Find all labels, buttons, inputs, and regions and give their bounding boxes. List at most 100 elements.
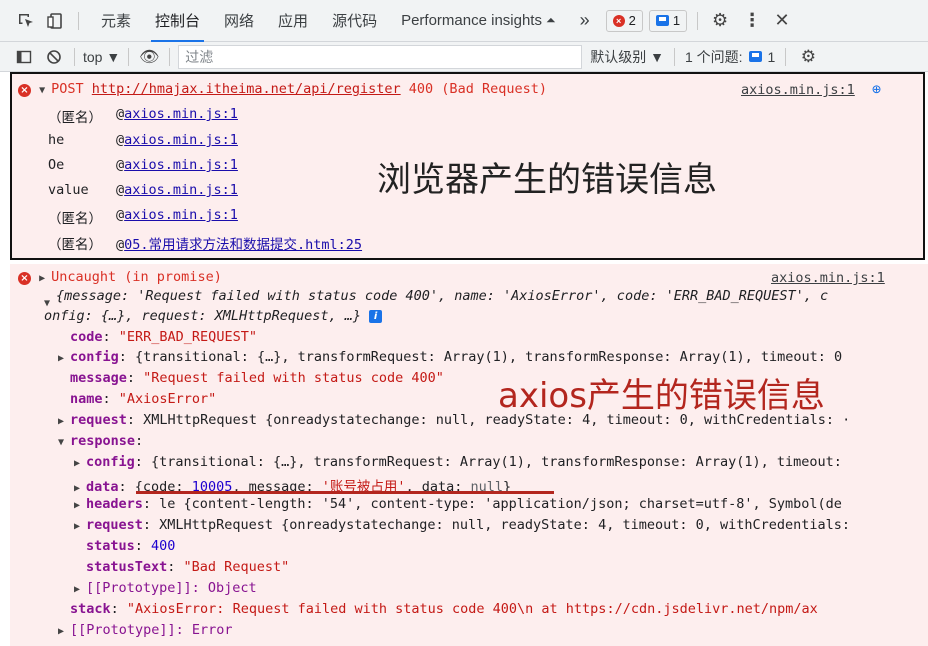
error2-source-link[interactable]: axios.min.js:1 bbox=[771, 270, 885, 286]
sidebar-toggle-icon[interactable] bbox=[12, 45, 36, 69]
error-summary-line[interactable]: ▼ {message: 'Request failed with status c… bbox=[44, 288, 828, 309]
separator bbox=[169, 47, 171, 66]
issues-count: 1 bbox=[767, 48, 776, 65]
issues-button[interactable]: 1 个问题: 1 bbox=[685, 47, 775, 67]
prop-config[interactable]: ▶ config: {transitional: {…}, transformRe… bbox=[58, 349, 842, 365]
prop-response-config[interactable]: ▶ config: {transitional: {…}, transformRe… bbox=[74, 454, 842, 470]
stack-link[interactable]: axios.min.js:1 bbox=[124, 132, 238, 148]
data-highlight-underline bbox=[136, 491, 554, 494]
inspect-element-icon[interactable] bbox=[14, 9, 38, 33]
expand-triangle-icon[interactable]: ▶ bbox=[58, 416, 70, 427]
expand-triangle-icon[interactable]: ▶ bbox=[74, 458, 86, 469]
settings-gear-icon[interactable]: ⚙ bbox=[708, 9, 732, 33]
browser-error-annotation: 浏览器产生的错误信息 bbox=[377, 160, 717, 200]
expand-triangle-icon[interactable]: ▼ bbox=[58, 437, 70, 448]
context-selector[interactable]: top ▼ bbox=[83, 49, 120, 65]
separator bbox=[74, 47, 75, 66]
expand-triangle-icon[interactable]: ▶ bbox=[74, 521, 86, 532]
stack-frame: （匿名） @05.常用请求方法和数据提交.html:25 bbox=[48, 237, 363, 253]
issues-label: 1 个问题: bbox=[684, 48, 743, 65]
stack-fn: value bbox=[48, 182, 89, 198]
prop-response-status: status: 400 bbox=[86, 538, 176, 554]
prop-prototype[interactable]: ▶ [[Prototype]]: Error bbox=[58, 622, 233, 638]
separator bbox=[78, 11, 79, 30]
stack-fn: （匿名） bbox=[48, 211, 102, 227]
stack-link[interactable]: axios.min.js:1 bbox=[124, 207, 238, 223]
expand-triangle-icon[interactable]: ▶ bbox=[58, 626, 70, 637]
stack-link[interactable]: axios.min.js:1 bbox=[124, 182, 238, 198]
separator bbox=[128, 47, 130, 66]
expand-triangle-icon[interactable]: ▶ bbox=[74, 483, 86, 494]
error-icon: × bbox=[612, 14, 625, 27]
uncaught-header[interactable]: × ▶ Uncaught (in promise) bbox=[18, 269, 222, 285]
log-levels-dropdown[interactable]: 默认级别 ▼ bbox=[590, 47, 664, 67]
prop-message: message: "Request failed with status cod… bbox=[70, 370, 444, 386]
stack-fn: （匿名） bbox=[48, 110, 102, 126]
prop-stack: stack: "AxiosError: Request failed with … bbox=[70, 601, 818, 617]
filter-input[interactable]: 过滤 bbox=[178, 44, 583, 69]
stack-frame: value @axios.min.js:1 bbox=[48, 182, 238, 198]
console-output: × ▼ POST http://hmajax.itheima.net/api/re… bbox=[0, 72, 928, 646]
tab-performance-insights-label: Performance insights bbox=[401, 12, 542, 29]
expand-triangle-icon[interactable]: ▶ bbox=[39, 273, 51, 284]
close-icon[interactable]: ✕ bbox=[770, 9, 794, 33]
stack-fn: Oe bbox=[48, 157, 65, 173]
tab-network[interactable]: 网络 bbox=[212, 0, 266, 42]
prop-response-statustext: statusText: "Bad Request" bbox=[86, 559, 290, 575]
error-count: 2 bbox=[628, 13, 636, 28]
stack-link[interactable]: axios.min.js:1 bbox=[124, 157, 238, 173]
request-method: POST bbox=[51, 81, 84, 97]
prop-code: code: "ERR_BAD_REQUEST" bbox=[70, 329, 257, 345]
prop-response-request[interactable]: ▶ request: XMLHttpRequest {onreadystatech… bbox=[74, 517, 850, 533]
message-count-badge[interactable]: 1 bbox=[648, 9, 688, 32]
error-summary-1: {message: 'Request failed with status co… bbox=[56, 288, 829, 304]
expand-triangle-icon[interactable]: ▼ bbox=[39, 85, 51, 96]
error-summary-2: onfig: {…}, request: XMLHttpRequest, …} bbox=[44, 308, 361, 324]
stack-frame: he @axios.min.js:1 bbox=[48, 132, 238, 148]
stack-frame: （匿名） @axios.min.js:1 bbox=[48, 207, 238, 227]
message-count: 1 bbox=[672, 13, 681, 28]
expand-triangle-icon[interactable]: ▶ bbox=[58, 353, 70, 364]
prop-response-headers[interactable]: ▶ headers: le {content-length: '54', cont… bbox=[74, 496, 842, 512]
more-tabs-button[interactable]: » bbox=[568, 0, 602, 42]
axios-error-annotation: axios产生的错误信息 bbox=[498, 376, 825, 416]
stack-frame: Oe @axios.min.js:1 bbox=[48, 157, 238, 173]
info-icon[interactable]: i bbox=[369, 309, 383, 323]
prop-name: name: "AxiosError" bbox=[70, 391, 217, 407]
network-error-header[interactable]: × ▼ POST http://hmajax.itheima.net/api/re… bbox=[18, 81, 547, 97]
device-toggle-icon[interactable] bbox=[44, 9, 68, 33]
console-toolbar: top ▼ 👁 过滤 默认级别 ▼ 1 个问题: 1 ⚙ bbox=[0, 42, 928, 72]
devtools-tabbar: 元素 控制台 网络 应用 源代码 Performance insights ⏶ … bbox=[0, 0, 928, 42]
tab-performance-insights[interactable]: Performance insights ⏶ bbox=[389, 0, 568, 42]
stack-link[interactable]: 05.常用请求方法和数据提交.html:25 bbox=[124, 237, 362, 253]
separator bbox=[673, 47, 675, 66]
network-panel-icon[interactable]: ⊕ bbox=[872, 80, 881, 98]
eye-icon[interactable]: 👁 bbox=[137, 45, 161, 69]
stack-fn: he bbox=[48, 132, 65, 148]
request-url[interactable]: http://hmajax.itheima.net/api/register bbox=[92, 81, 401, 97]
tab-sources[interactable]: 源代码 bbox=[320, 0, 389, 42]
error-icon: × bbox=[18, 84, 31, 97]
error-icon: × bbox=[18, 272, 31, 285]
issue-icon bbox=[748, 51, 762, 62]
expand-triangle-icon[interactable]: ▶ bbox=[74, 584, 86, 595]
tab-application[interactable]: 应用 bbox=[266, 0, 320, 42]
tab-elements[interactable]: 元素 bbox=[89, 0, 143, 42]
stack-link[interactable]: axios.min.js:1 bbox=[124, 106, 238, 122]
error1-source-link[interactable]: axios.min.js:1 bbox=[741, 82, 855, 98]
request-status: 400 (Bad Request) bbox=[408, 81, 547, 97]
clear-console-icon[interactable] bbox=[42, 45, 66, 69]
separator bbox=[785, 47, 787, 66]
prop-response[interactable]: ▼ response: bbox=[58, 433, 143, 449]
expand-triangle-icon[interactable]: ▶ bbox=[74, 500, 86, 511]
message-icon bbox=[655, 15, 669, 26]
separator bbox=[697, 11, 699, 30]
tab-console[interactable]: 控制台 bbox=[143, 0, 212, 42]
console-settings-gear-icon[interactable]: ⚙ bbox=[796, 45, 820, 69]
error-count-badge[interactable]: × 2 bbox=[605, 9, 643, 32]
uncaught-title: Uncaught (in promise) bbox=[51, 269, 222, 285]
prop-response-prototype[interactable]: ▶ [[Prototype]]: Object bbox=[74, 580, 257, 596]
more-options-icon[interactable]: ⋮ bbox=[740, 9, 764, 33]
stack-frame: （匿名） @axios.min.js:1 bbox=[48, 106, 238, 126]
flask-icon: ⏶ bbox=[545, 13, 556, 27]
